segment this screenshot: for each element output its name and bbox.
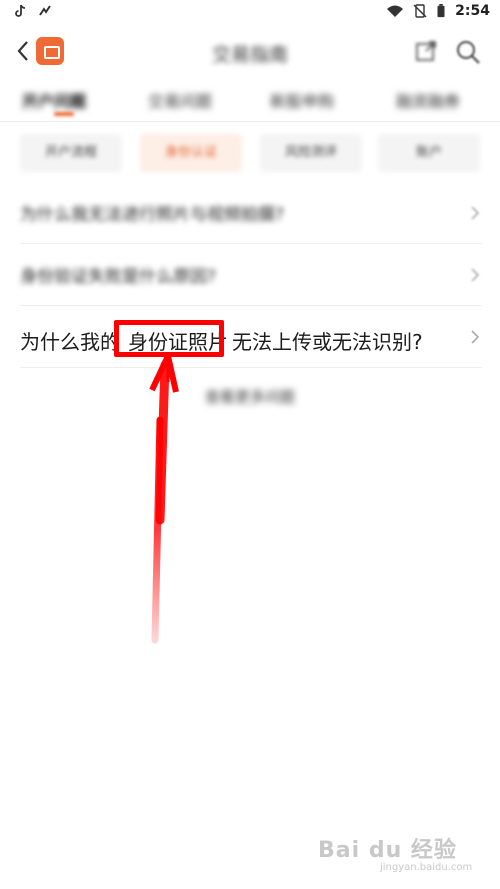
- chevron-right-icon: [471, 268, 480, 282]
- question-item-id-photo[interactable]: 为什么我的 身份证照片 无法上传或无法识别?: [20, 306, 482, 368]
- question-item[interactable]: 为什么我无法进行照片与视频拍摄?: [20, 182, 482, 244]
- battery-icon: [437, 4, 445, 18]
- share-icon[interactable]: [414, 39, 438, 63]
- tiktok-icon: [15, 4, 26, 17]
- tab-margin[interactable]: 融资融券: [396, 88, 460, 112]
- chip-identity[interactable]: 身份认证: [140, 134, 242, 172]
- question-text: 身份验证失败是什么原因?: [20, 267, 217, 287]
- watermark-brand: Bai du 经验: [318, 838, 457, 863]
- chevron-right-icon: [471, 330, 480, 344]
- question-suffix: 无法上传或无法识别?: [232, 330, 423, 354]
- clock: 2:54: [455, 3, 490, 19]
- chip-open-process[interactable]: 开户流程: [20, 134, 122, 172]
- question-text: 为什么我无法进行照片与视频拍摄?: [20, 205, 285, 225]
- status-left: [14, 4, 52, 18]
- question-prefix: 为什么我的: [20, 330, 120, 354]
- status-bar: 2:54: [0, 0, 500, 26]
- status-right: 2:54: [386, 3, 490, 19]
- tab-account-opening[interactable]: 开户问题: [22, 88, 86, 112]
- annotation-highlight-box: [114, 320, 224, 357]
- watermark-url: jingyan.baidu.com: [380, 862, 473, 873]
- watermark-logo: Bai du 经验 jingyan.baidu.com: [318, 826, 488, 880]
- category-tabs: 开户问题 交易问题 新股申购 融资融券: [0, 82, 500, 122]
- question-item[interactable]: 身份验证失败是什么原因?: [20, 244, 482, 306]
- gesture-icon: [39, 5, 51, 16]
- more-questions-link[interactable]: 查看更多问题: [0, 386, 500, 407]
- chip-risk-assessment[interactable]: 风险测评: [260, 134, 362, 172]
- tab-indicator: [54, 112, 74, 116]
- no-sim-icon: [413, 4, 427, 18]
- chip-account[interactable]: 账户: [378, 134, 480, 172]
- chevron-right-icon: [471, 206, 480, 220]
- search-icon[interactable]: [454, 38, 482, 66]
- wifi-icon: [387, 5, 404, 17]
- tab-ipo[interactable]: 新股申购: [270, 88, 334, 112]
- tab-trading[interactable]: 交易问题: [148, 88, 212, 112]
- nav-bar: 交易指南: [0, 28, 500, 74]
